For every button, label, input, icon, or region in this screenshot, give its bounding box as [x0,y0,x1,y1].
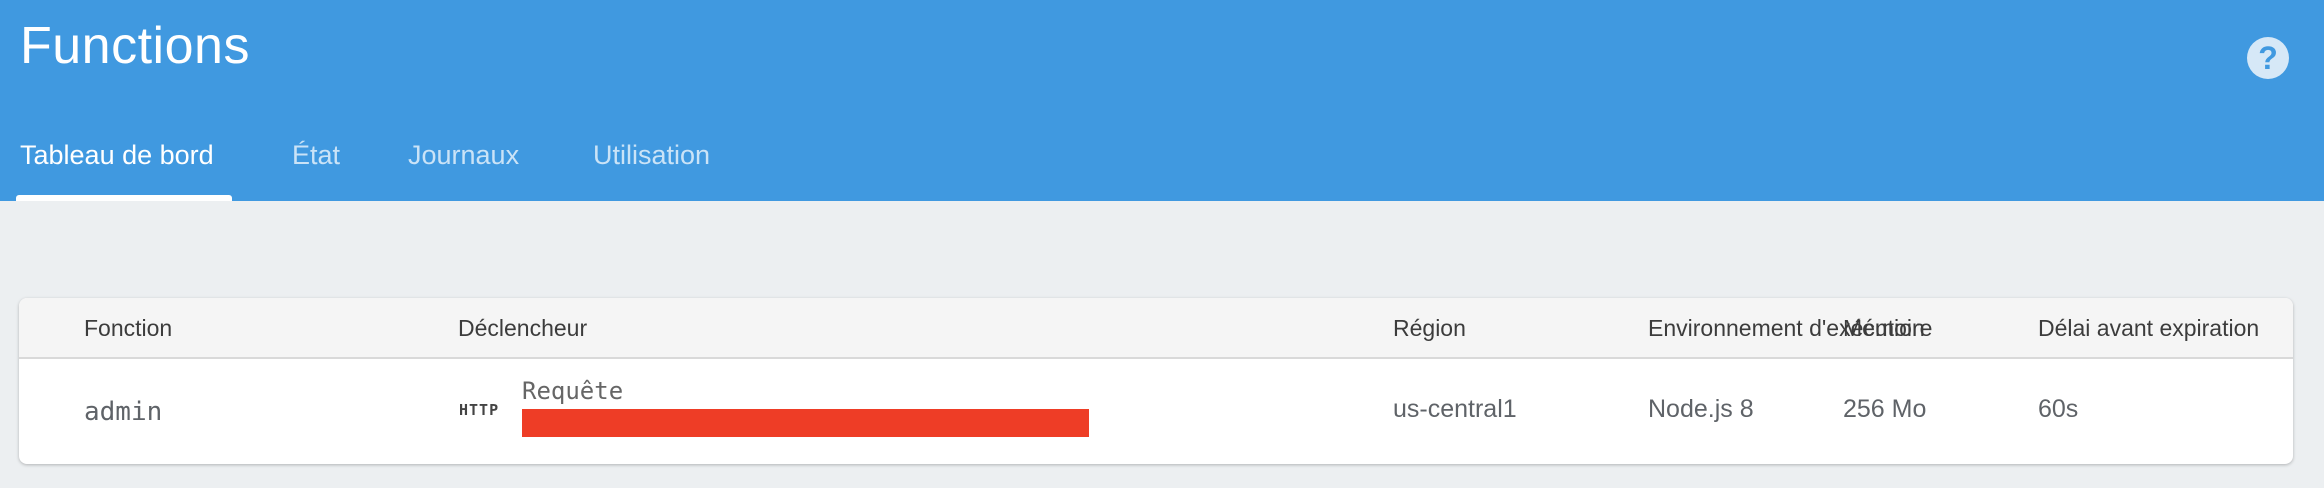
table-header: Fonction Déclencheur Région Environnemen… [19,298,2293,359]
tab-status[interactable]: État [292,140,340,171]
column-header-region[interactable]: Région [1393,315,1466,342]
table-row[interactable]: admin HTTP Requête us-central1 Node.js 8… [19,361,2293,464]
column-header-function[interactable]: Fonction [84,315,172,342]
functions-table: Fonction Déclencheur Région Environnemen… [19,298,2293,464]
trigger-label: Requête [522,377,624,405]
function-name[interactable]: admin [84,397,162,427]
app-header: Functions ? Tableau de bord État Journau… [0,0,2324,201]
column-header-memory[interactable]: Mémoire [1843,315,1932,342]
column-header-trigger[interactable]: Déclencheur [458,315,587,342]
tab-logs[interactable]: Journaux [408,140,519,171]
page-title: Functions [20,17,250,75]
tab-dashboard[interactable]: Tableau de bord [20,140,214,171]
column-header-timeout[interactable]: Délai avant expiration [2038,315,2259,342]
region-value: us-central1 [1393,395,1517,423]
trigger-type-badge: HTTP [459,401,500,419]
active-tab-indicator [16,195,232,201]
environment-value: Node.js 8 [1648,395,1754,423]
trigger-url-redacted[interactable] [522,409,1089,437]
tab-usage[interactable]: Utilisation [593,140,710,171]
help-icon[interactable]: ? [2247,37,2289,79]
timeout-value: 60s [2038,395,2079,423]
memory-value: 256 Mo [1843,395,1927,423]
tab-bar: Tableau de bord État Journaux Utilisatio… [0,138,900,201]
